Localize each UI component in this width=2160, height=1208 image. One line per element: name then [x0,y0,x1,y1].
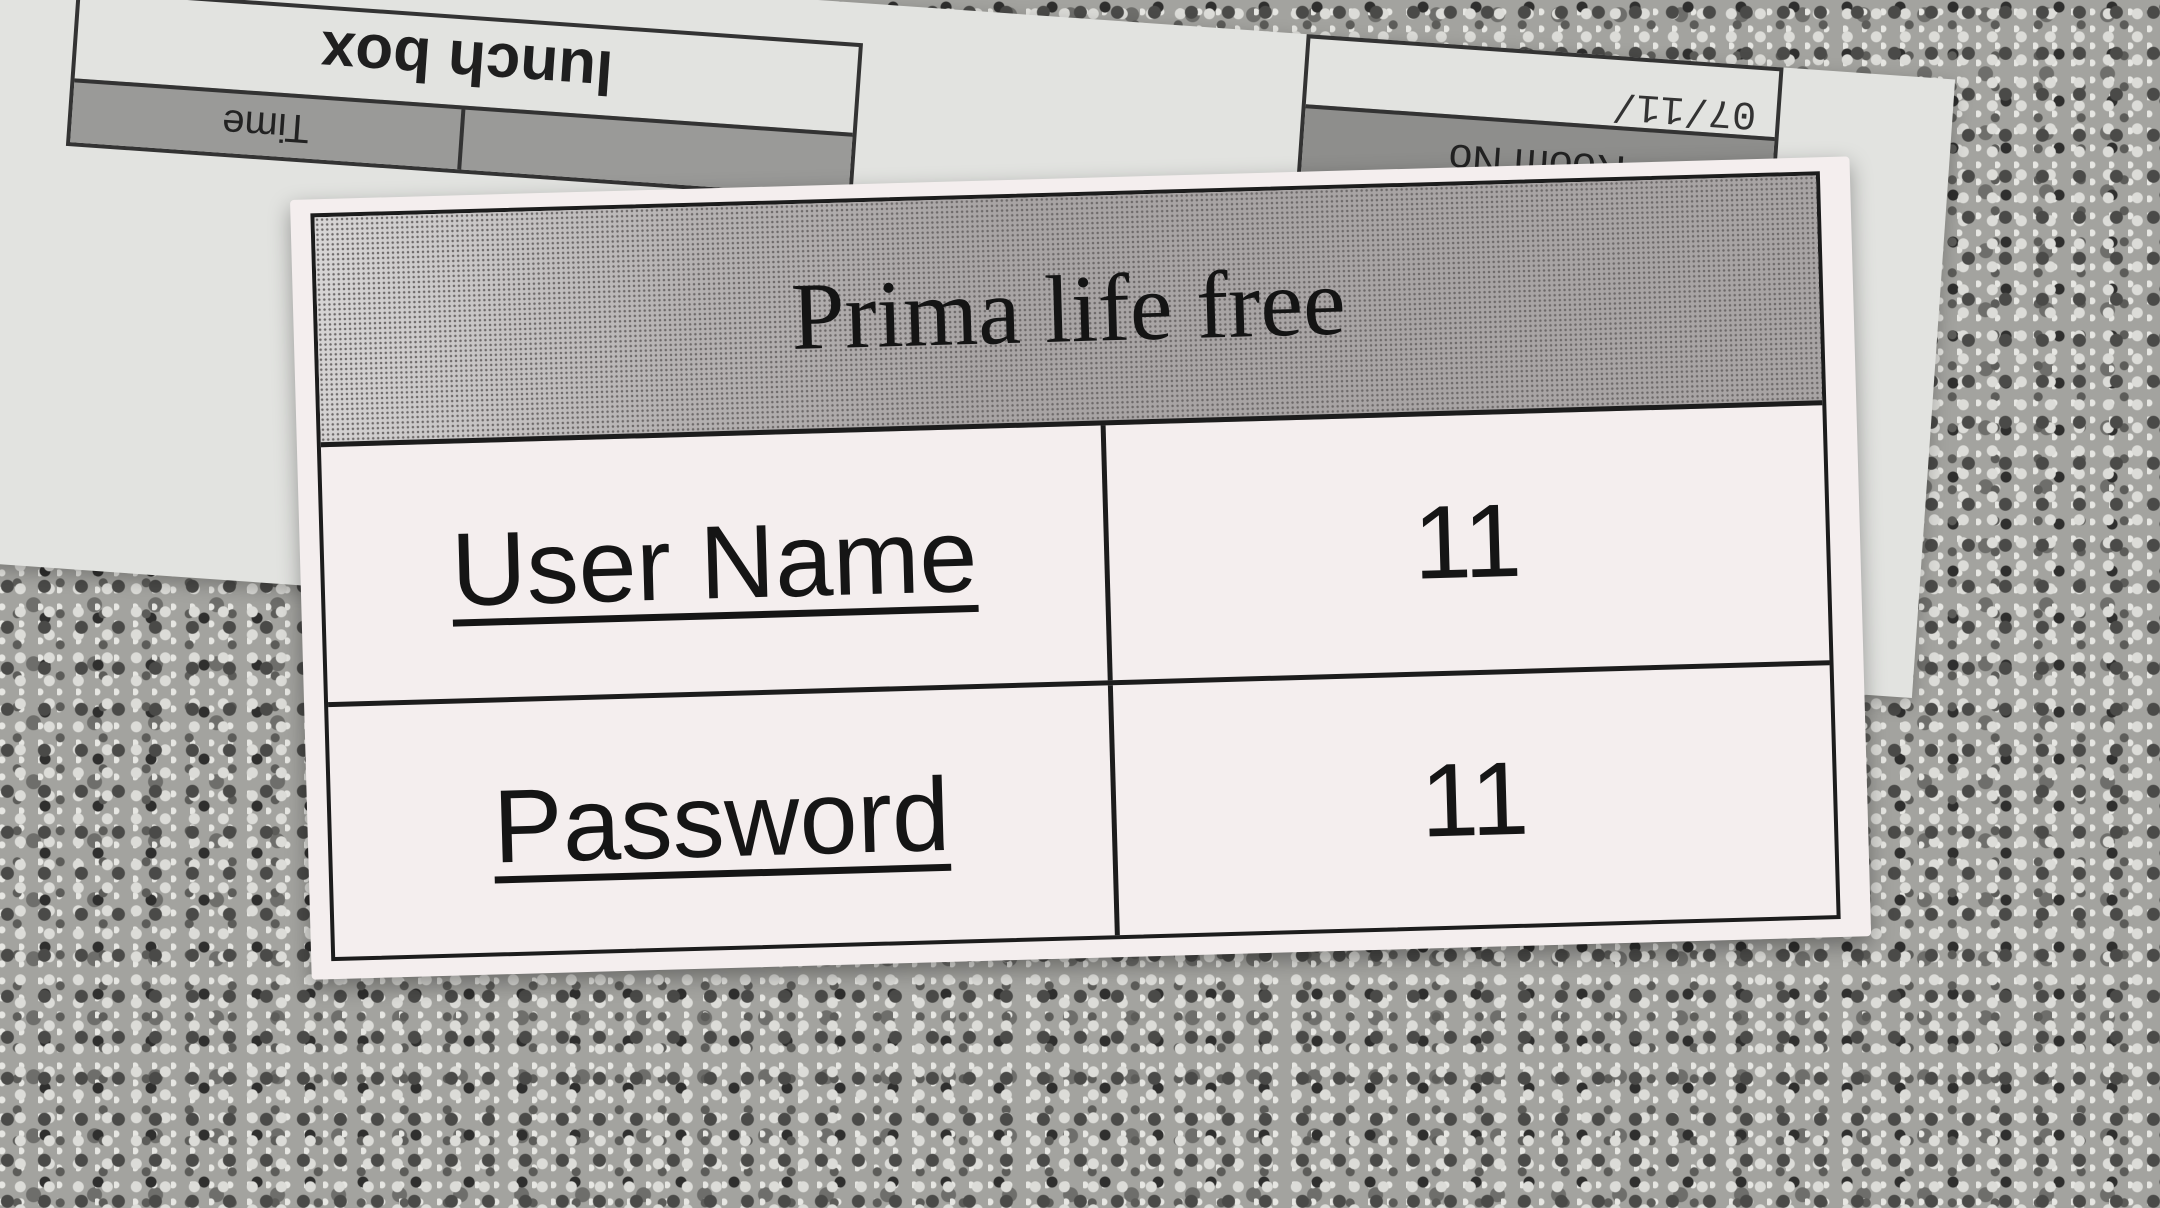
username-label: User Name [449,497,979,629]
username-label-cell: User Name [320,425,1113,703]
credentials-paper-slip: Prima life free User Name 11 Password 11 [290,156,1872,980]
username-row: User Name 11 [320,405,1830,703]
password-row: Password 11 [328,660,1837,958]
username-value: 11 [1411,482,1524,602]
password-label-cell: Password [328,685,1120,958]
password-label: Password [491,756,952,886]
slip-title: Prima life free [314,175,1823,448]
credentials-table: Prima life free User Name 11 Password 11 [310,171,1841,962]
password-value: 11 [1419,740,1531,860]
lunch-box-table: Time lunch box [65,0,863,201]
